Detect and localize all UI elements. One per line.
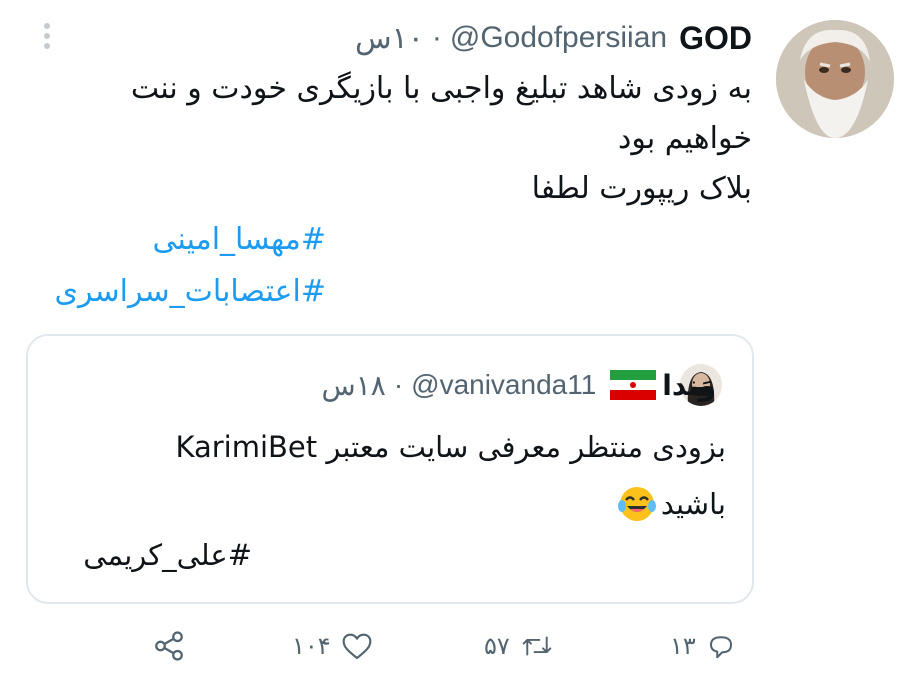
share-button[interactable] — [152, 626, 186, 666]
more-options-icon[interactable] — [40, 20, 54, 54]
quoted-line: بزودی منتظر معرفی سایت معتبر KarimiBet — [175, 430, 726, 464]
quoted-hashtag[interactable]: #علی_کریمی — [83, 538, 252, 572]
tears-of-joy-emoji-icon — [617, 487, 656, 521]
hashtag-link[interactable]: #اعتصابات_سراسری — [54, 274, 326, 309]
tweet-text: به زودی شاهد تبلیغ واجبی با بازیگری خودت… — [32, 64, 752, 214]
like-count: ۱۰۴ — [292, 632, 331, 660]
tweet-line: بلاک ریپورت لطفا — [531, 171, 752, 206]
meta-separator: · — [431, 21, 442, 54]
reply-icon — [709, 636, 732, 659]
retweet-count: ۵۷ — [484, 632, 510, 660]
heart-icon — [342, 633, 372, 660]
quoted-header: وَندا @vanivanda11 · ۱۸س — [322, 364, 716, 406]
author-handle[interactable]: @Godofpersiian — [450, 21, 667, 55]
retweet-button[interactable]: ۵۷ — [484, 626, 554, 666]
iran-flag-icon — [610, 370, 657, 400]
quoted-author-handle[interactable]: @vanivanda11 — [411, 369, 596, 401]
tweet-line: خواهیم بود — [618, 121, 752, 156]
meta-separator: · — [393, 369, 404, 400]
quoted-time[interactable]: ۱۸س — [322, 369, 386, 402]
tweet-header: GOD @Godofpersiian · ۱۰س — [355, 18, 752, 58]
author-name[interactable]: GOD — [679, 20, 752, 57]
tweet-line: به زودی شاهد تبلیغ واجبی با بازیگری خودت… — [130, 71, 752, 106]
quoted-line-wrap: باشید — [617, 484, 726, 524]
like-button[interactable]: ۱۰۴ — [292, 626, 373, 666]
tweet-time[interactable]: ۱۰س — [355, 21, 424, 56]
avatar[interactable] — [776, 20, 894, 138]
hashtag-link[interactable]: #مهسا_امینی — [153, 222, 326, 257]
reply-count: ۱۳ — [670, 632, 696, 660]
quoted-author-name[interactable]: وَندا — [662, 369, 716, 402]
retweet-icon — [522, 636, 552, 656]
share-icon — [155, 631, 183, 661]
quoted-line: باشید — [660, 487, 726, 521]
reply-button[interactable]: ۱۳ — [670, 626, 736, 666]
